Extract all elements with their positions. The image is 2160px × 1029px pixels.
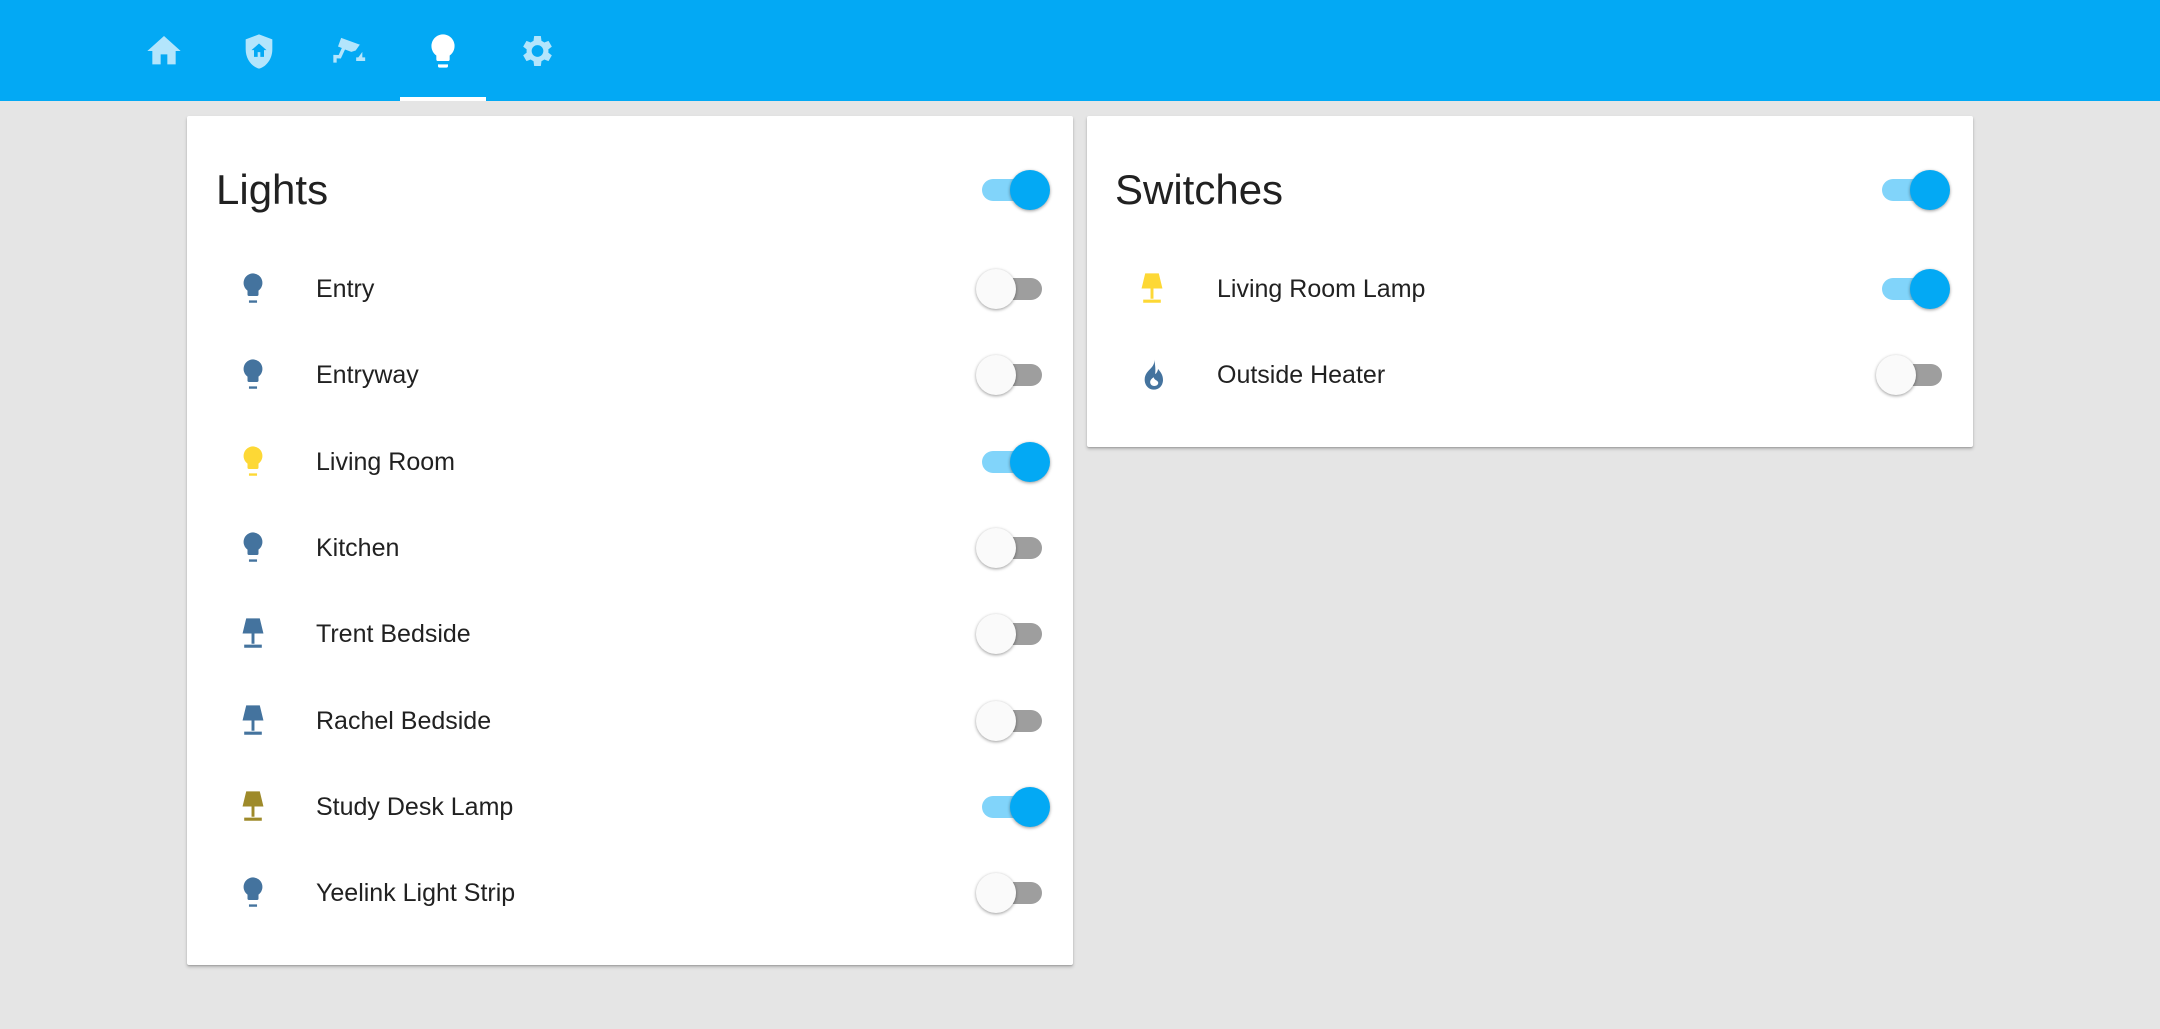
light-label: Trent Bedside xyxy=(316,620,471,648)
card-title: Switches xyxy=(1115,166,1284,213)
lightbulb-icon xyxy=(231,440,275,484)
fire-icon xyxy=(1130,353,1174,397)
top-app-bar xyxy=(0,0,2160,101)
active-tab-indicator xyxy=(400,97,486,101)
card-title: Lights xyxy=(216,166,329,213)
lightbulb-icon xyxy=(231,526,275,570)
tab-lights[interactable] xyxy=(400,0,486,101)
lamp-icon xyxy=(231,785,275,829)
lightbulb-icon xyxy=(231,353,275,397)
light-label: Entry xyxy=(316,275,375,303)
tab-home[interactable] xyxy=(121,0,207,101)
lightbulb-icon xyxy=(231,267,275,311)
tab-settings[interactable] xyxy=(493,0,579,101)
list-item: Trent Bedside xyxy=(187,591,1073,677)
list-item: Entryway xyxy=(187,332,1073,418)
lamp-icon xyxy=(231,699,275,743)
list-item: Entry xyxy=(187,246,1073,332)
light-label: Yeelink Light Strip xyxy=(316,879,516,907)
tab-cameras[interactable] xyxy=(307,0,393,101)
light-toggle[interactable] xyxy=(976,269,1046,309)
list-item: Rachel Bedside xyxy=(187,678,1073,764)
list-item: Study Desk Lamp xyxy=(187,764,1073,850)
switches-card: Switches Living Room Lamp Outside Heater xyxy=(1087,116,1973,447)
lights-master-toggle[interactable] xyxy=(976,170,1050,210)
lightbulb-icon xyxy=(431,33,455,68)
list-item: Living Room xyxy=(187,419,1073,505)
switches-master-toggle[interactable] xyxy=(1876,170,1950,210)
list-item: Kitchen xyxy=(187,505,1073,591)
light-toggle[interactable] xyxy=(976,873,1046,913)
light-toggle[interactable] xyxy=(976,355,1046,395)
home-icon xyxy=(147,35,181,64)
gear-icon xyxy=(523,35,552,66)
light-toggle[interactable] xyxy=(976,614,1046,654)
switch-label: Outside Heater xyxy=(1217,361,1386,389)
switch-label: Living Room Lamp xyxy=(1217,275,1426,303)
lamp-icon xyxy=(1130,267,1174,311)
light-label: Living Room xyxy=(316,448,455,476)
switch-toggle[interactable] xyxy=(1876,269,1950,309)
light-label: Entryway xyxy=(316,361,419,389)
light-toggle[interactable] xyxy=(976,442,1050,482)
light-label: Rachel Bedside xyxy=(316,707,492,735)
list-item: Outside Heater xyxy=(1087,332,1973,418)
lightbulb-icon xyxy=(231,871,275,915)
light-toggle[interactable] xyxy=(976,528,1046,568)
lamp-icon xyxy=(231,612,275,656)
cctv-icon xyxy=(333,37,366,63)
lights-card: Lights Entry Entryway Living Room Kitche… xyxy=(187,116,1073,965)
light-label: Kitchen xyxy=(316,534,400,562)
tab-security[interactable] xyxy=(216,0,302,101)
list-item: Living Room Lamp xyxy=(1087,246,1973,332)
light-toggle[interactable] xyxy=(976,787,1050,827)
list-item: Yeelink Light Strip xyxy=(187,850,1073,936)
light-toggle[interactable] xyxy=(976,701,1046,741)
shield-home-icon xyxy=(245,33,273,69)
switch-toggle[interactable] xyxy=(1876,355,1946,395)
light-label: Study Desk Lamp xyxy=(316,793,514,821)
